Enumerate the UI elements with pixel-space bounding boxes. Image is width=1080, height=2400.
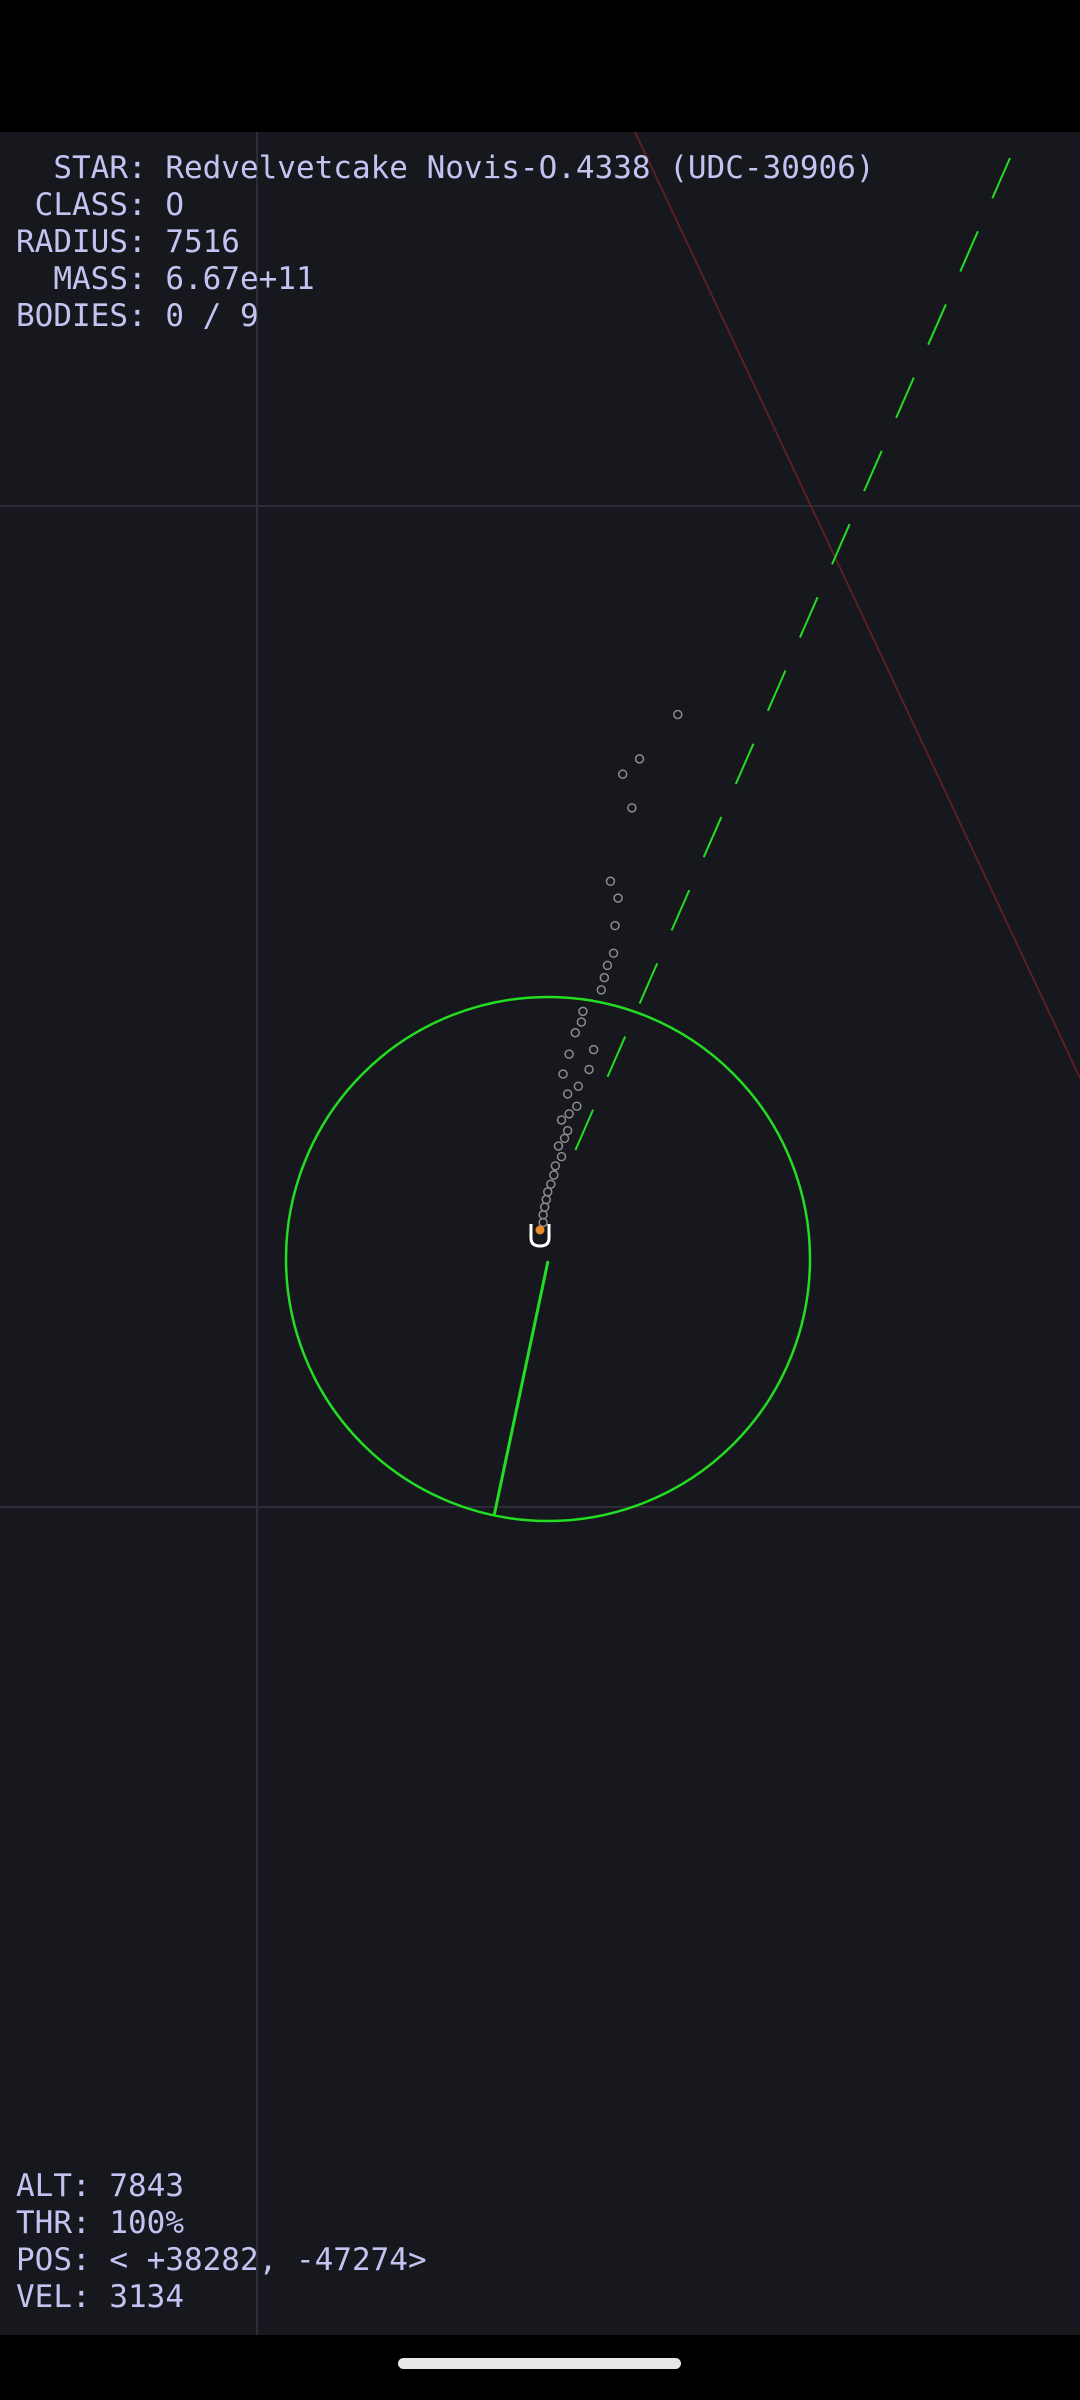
trail-dot (546, 1179, 556, 1189)
trajectory-dash (959, 230, 979, 272)
trajectory-dash (670, 889, 691, 931)
ship-status-panel: ALT: 7843 THR: 100% POS: < +38282, -47274>… (16, 2168, 427, 2316)
bodies-row: BODIES: 0 / 9 (16, 298, 875, 335)
trail-dot (558, 1069, 568, 1079)
trail-dot (553, 1141, 564, 1151)
trail-dot (550, 1161, 561, 1171)
space-map (0, 131, 1080, 2335)
trail-dot (599, 972, 610, 983)
trail-dot (617, 769, 628, 779)
trail-dot (673, 709, 683, 720)
star-label: STAR: (16, 150, 166, 186)
orbit-circle (284, 995, 812, 1523)
trajectory-dash (895, 377, 915, 419)
thr-value: 100% (109, 2205, 184, 2241)
mass-label: MASS: (16, 261, 166, 297)
trail-dot (572, 1101, 582, 1111)
pos-label: POS: (16, 2242, 110, 2278)
thr-row: THR: 100% (16, 2205, 427, 2242)
trajectory-dash (574, 1109, 594, 1151)
trail-dot (608, 948, 619, 958)
trail-dot (556, 1151, 567, 1162)
trail-dot (556, 1115, 567, 1125)
radius-value: 7516 (165, 224, 240, 260)
mass-row: MASS: 6.67e+11 (16, 261, 875, 298)
alt-row: ALT: 7843 (16, 2168, 427, 2205)
pos-row: POS: < +38282, -47274> (16, 2242, 427, 2279)
trail-dot (578, 1006, 588, 1017)
trajectory-dash (606, 1036, 627, 1078)
trajectory-dash (991, 157, 1011, 199)
alt-label: ALT: (16, 2168, 110, 2204)
trail-dot (605, 876, 616, 887)
trail-dot (564, 1049, 574, 1059)
trail-dot (541, 1194, 551, 1205)
bodies-value: 0 / 9 (165, 298, 259, 334)
trail-dot (596, 985, 607, 995)
trail-dot (634, 754, 645, 764)
trail-dot (542, 1187, 553, 1197)
alt-value: 7843 (109, 2168, 184, 2204)
trail-dot (602, 960, 613, 971)
trajectory-dash (799, 596, 819, 638)
game-screen: STAR: Redvelvetcake Novis-O.4338 (UDC-30… (0, 0, 1080, 2400)
trajectory-dash (831, 523, 851, 565)
trail-dot (559, 1133, 570, 1144)
vel-value: 3134 (109, 2279, 184, 2315)
trajectory-dash (734, 743, 755, 785)
thr-label: THR: (16, 2205, 110, 2241)
trajectory-dash (638, 962, 659, 1005)
trail-dot (539, 1202, 550, 1212)
trail-dot (573, 1081, 584, 1092)
bodies-label: BODIES: (16, 298, 166, 334)
trail-dot (549, 1170, 559, 1180)
trail-dot (576, 1017, 587, 1027)
star-row: STAR: Redvelvetcake Novis-O.4338 (UDC-30… (16, 150, 875, 187)
trail-dot (538, 1217, 548, 1228)
pos-value: < +38282, -47274> (109, 2242, 427, 2278)
class-row: CLASS: O (16, 187, 875, 224)
trail-dot (627, 803, 637, 813)
trail-dot (564, 1109, 574, 1119)
trail-dot (588, 1044, 599, 1055)
radius-row: RADIUS: 7516 (16, 224, 875, 261)
trail-dot (562, 1125, 573, 1136)
star-info-panel: STAR: Redvelvetcake Novis-O.4338 (UDC-30… (16, 150, 875, 335)
orbit-radius-line (492, 1260, 550, 1517)
trail-dot (562, 1089, 573, 1099)
class-label: CLASS: (16, 187, 166, 223)
trail-dot (538, 1210, 548, 1220)
star-name: Redvelvetcake Novis-O.4338 (UDC-30906) (165, 150, 875, 186)
class-value: O (165, 187, 184, 223)
trail-dot (610, 920, 620, 931)
radius-label: RADIUS: (16, 224, 166, 260)
trajectory-dash (702, 816, 723, 858)
mass-value: 6.67e+11 (165, 261, 315, 297)
trail-dot (584, 1064, 594, 1075)
trajectory-dash (766, 670, 787, 712)
trail-dot (570, 1028, 581, 1038)
vel-label: VEL: (16, 2279, 110, 2315)
ship-core-icon (535, 1225, 545, 1235)
vel-row: VEL: 3134 (16, 2279, 427, 2316)
trajectory-dash (927, 304, 947, 346)
trajectory-dash (863, 450, 883, 492)
home-indicator[interactable] (398, 2358, 681, 2369)
trail-dot (613, 893, 623, 903)
